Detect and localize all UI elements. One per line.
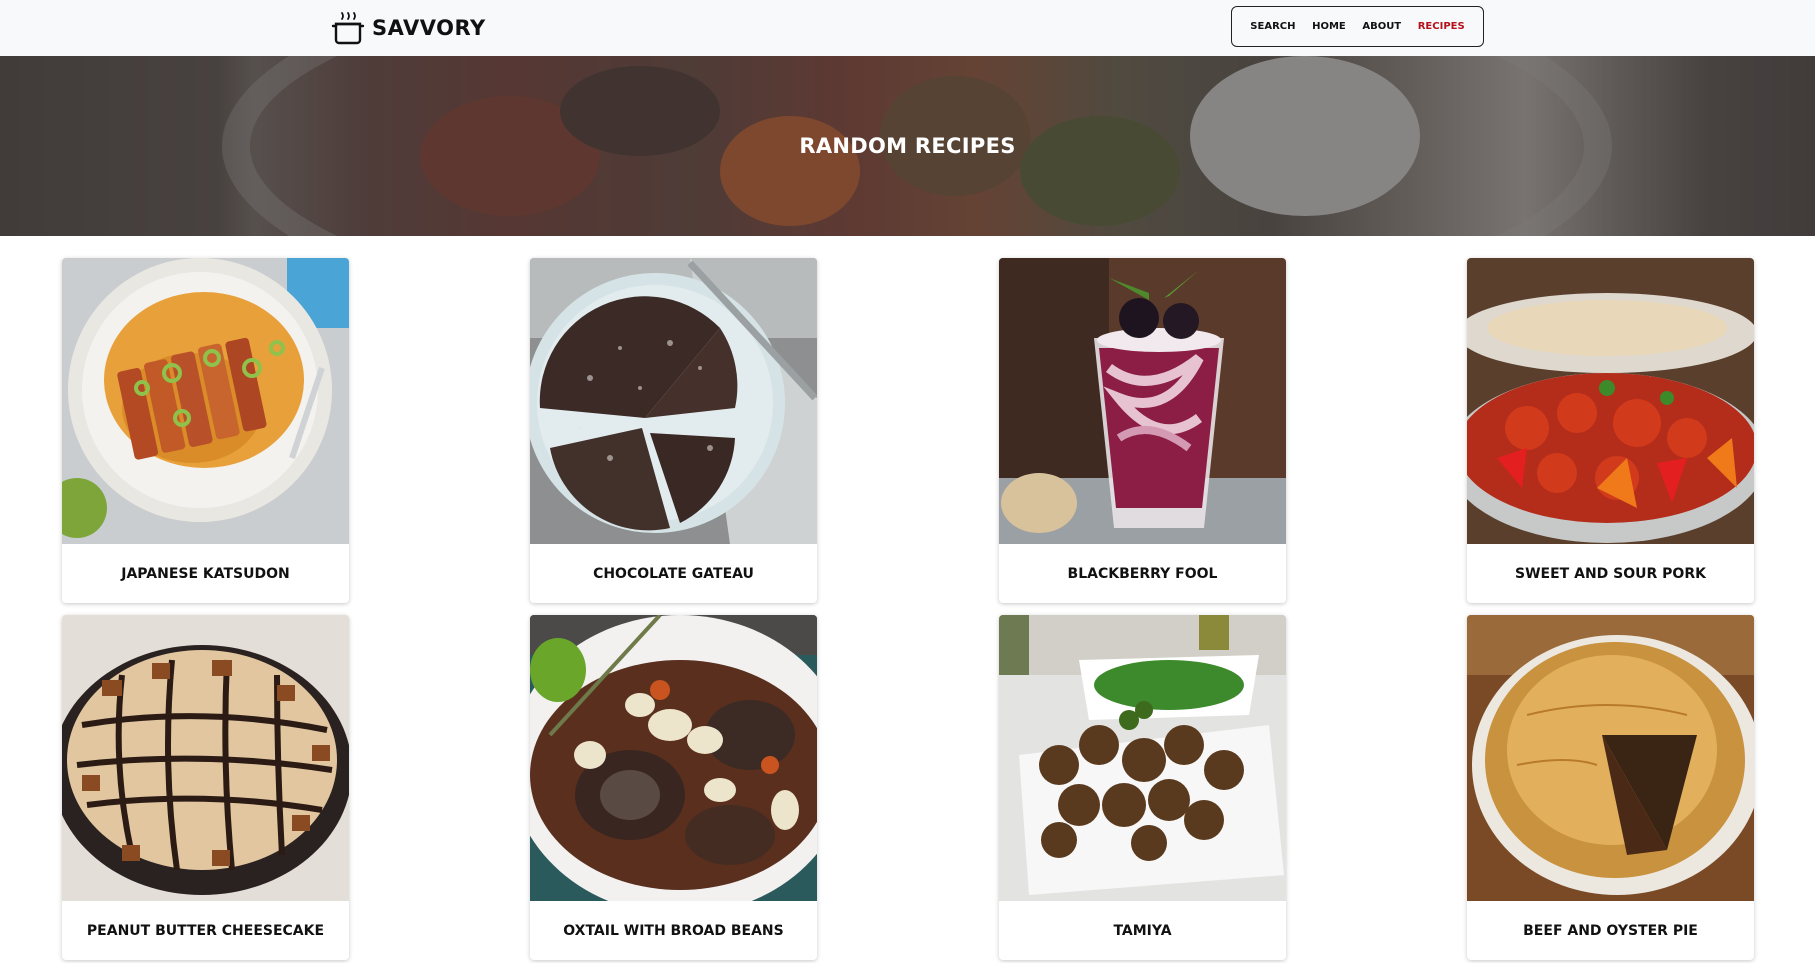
recipe-title[interactable]: SWEET AND SOUR PORK	[1467, 544, 1754, 603]
recipe-image-sweet-sour-pork[interactable]	[1467, 258, 1754, 544]
recipe-image-katsudon[interactable]	[62, 258, 349, 544]
hero-title: RANDOM RECIPES	[799, 134, 1016, 158]
recipe-image-peanut-butter-cheesecake[interactable]	[62, 615, 349, 901]
recipe-card[interactable]: JAPANESE KATSUDON	[62, 258, 349, 603]
recipe-title[interactable]: TAMIYA	[999, 901, 1286, 960]
nav-home-link[interactable]: HOME	[1312, 21, 1346, 32]
cooking-pot-icon	[330, 10, 366, 46]
recipe-title[interactable]: PEANUT BUTTER CHEESECAKE	[62, 901, 349, 960]
main-nav: SEARCH HOME ABOUT RECIPES	[1231, 6, 1484, 47]
recipe-title[interactable]: BLACKBERRY FOOL	[999, 544, 1286, 603]
recipe-image-blackberry-fool[interactable]	[999, 258, 1286, 544]
recipe-card[interactable]: OXTAIL WITH BROAD BEANS	[530, 615, 817, 960]
recipe-image-chocolate-gateau[interactable]	[530, 258, 817, 544]
nav-recipes-link[interactable]: RECIPES	[1418, 21, 1465, 32]
nav-search-link[interactable]: SEARCH	[1250, 21, 1295, 32]
recipe-image-beef-oyster-pie[interactable]	[1467, 615, 1754, 901]
recipe-card[interactable]: SWEET AND SOUR PORK	[1467, 258, 1754, 603]
top-navbar: SAVVORY SEARCH HOME ABOUT RECIPES	[0, 0, 1815, 56]
recipe-card[interactable]: BLACKBERRY FOOL	[999, 258, 1286, 603]
nav-about-link[interactable]: ABOUT	[1362, 21, 1401, 32]
recipe-title[interactable]: CHOCOLATE GATEAU	[530, 544, 817, 603]
recipe-title[interactable]: OXTAIL WITH BROAD BEANS	[530, 901, 817, 960]
recipe-card[interactable]: PEANUT BUTTER CHEESECAKE	[62, 615, 349, 960]
recipe-image-tamiya[interactable]	[999, 615, 1286, 901]
brand-name: SAVVORY	[372, 16, 486, 40]
recipe-card[interactable]: TAMIYA	[999, 615, 1286, 960]
recipe-image-oxtail[interactable]	[530, 615, 817, 901]
hero-banner: RANDOM RECIPES	[0, 56, 1815, 236]
recipe-card[interactable]: CHOCOLATE GATEAU	[530, 258, 817, 603]
brand-logo[interactable]: SAVVORY	[330, 8, 486, 48]
recipe-title[interactable]: BEEF AND OYSTER PIE	[1467, 901, 1754, 960]
recipe-card[interactable]: BEEF AND OYSTER PIE	[1467, 615, 1754, 960]
recipe-title[interactable]: JAPANESE KATSUDON	[62, 544, 349, 603]
